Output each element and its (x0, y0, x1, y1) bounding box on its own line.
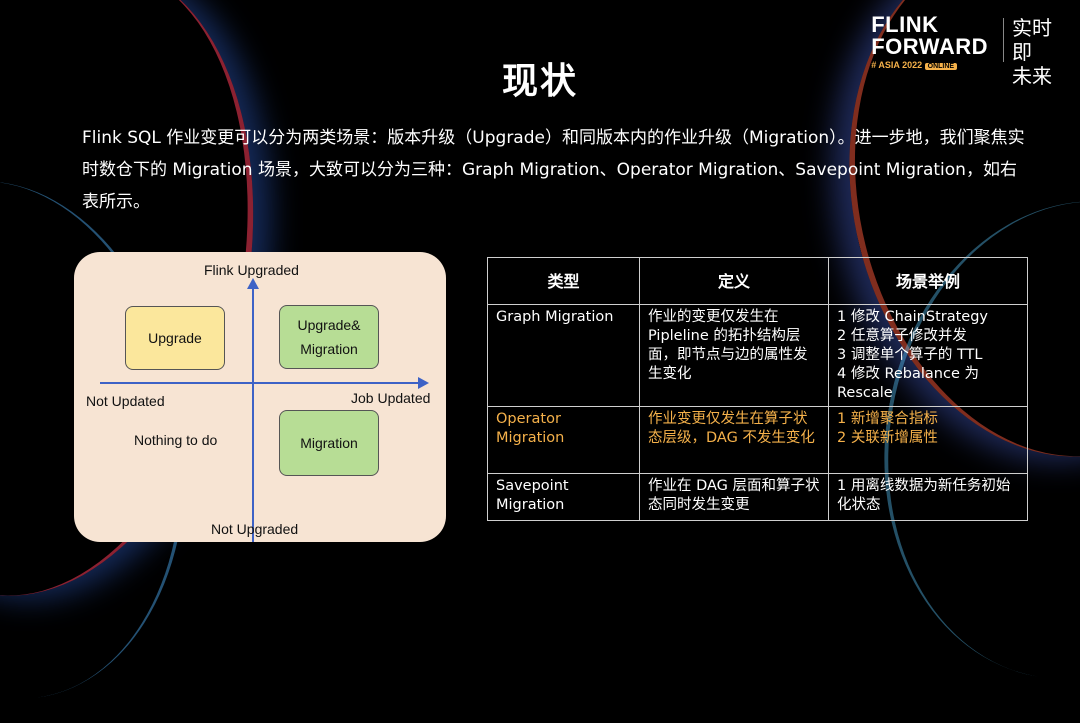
migration-types-table: 类型 定义 场景举例 Graph Migration 作业的变更仅发生在 Pip… (487, 257, 1028, 521)
quadrant-box-upgrade-migration: Upgrade& Migration (279, 305, 379, 369)
example-item: 3 调整单个算子的 TTL (837, 347, 983, 363)
header-definition: 定义 (639, 257, 829, 305)
example-item: 1 修改 ChainStrategy (837, 309, 988, 325)
example-item: 1 新增聚合指标 (837, 411, 938, 427)
logo-line-flink: FLINK (871, 12, 939, 37)
slide-title: 现状 (501, 61, 578, 102)
table-row-highlighted: Operator Migration 作业变更仅发生在算子状态层级，DAG 不发… (487, 406, 1028, 474)
intro-paragraph: Flink SQL 作业变更可以分为两类场景：版本升级（Upgrade）和同版本… (82, 128, 1025, 212)
row-definition: 作业在 DAG 层面和算子状态同时发生变更 (639, 473, 829, 521)
quadrant-left-label: Not Updated (86, 393, 165, 409)
quadrant-diagram: Flink Upgraded Upgrade Upgrade& Migratio… (74, 252, 446, 542)
quadrant-bottom-label: Not Upgraded (211, 521, 299, 537)
row-examples: 1 修改 ChainStrategy 2 任意算子修改并发 3 调整单个算子的 … (828, 304, 1028, 407)
table-row: Graph Migration 作业的变更仅发生在 Pipleline 的拓扑结… (487, 304, 1028, 407)
row-definition: 作业变更仅发生在算子状态层级，DAG 不发生变化 (639, 406, 829, 474)
example-item: 2 关联新增属性 (837, 430, 938, 446)
header-examples: 场景举例 (828, 257, 1028, 305)
quadrant-nothing-label: Nothing to do (134, 432, 218, 448)
quadrant-top-label: Flink Upgraded (204, 262, 299, 278)
example-item: 4 修改 Rebalance 为 Rescale (837, 366, 979, 401)
row-examples: 1 用离线数据为新任务初始化状态 (828, 473, 1028, 521)
example-item: 1 用离线数据为新任务初始化状态 (837, 478, 1011, 513)
row-definition: 作业的变更仅发生在 Pipleline 的拓扑结构层面，即节点与边的属性发生变化 (639, 304, 829, 407)
horizontal-axis (100, 382, 420, 384)
row-type: Savepoint Migration (487, 473, 640, 521)
vertical-axis (252, 288, 254, 542)
box-migration-label: Migration (300, 435, 358, 451)
box-upgrade-label: Upgrade (148, 330, 202, 346)
quadrant-box-upgrade: Upgrade (125, 306, 225, 370)
quadrant-box-migration: Migration (279, 410, 379, 476)
row-type: Graph Migration (487, 304, 640, 407)
table-row: Savepoint Migration 作业在 DAG 层面和算子状态同时发生变… (487, 473, 1028, 521)
row-type: Operator Migration (487, 406, 640, 474)
example-item: 2 任意算子修改并发 (837, 328, 967, 344)
horizontal-axis-arrow (418, 377, 429, 389)
header-type: 类型 (487, 257, 640, 305)
quadrant-right-label: Job Updated (351, 390, 431, 406)
box-upgrade-migration-line-1: Upgrade& (297, 317, 361, 333)
row-examples: 1 新增聚合指标 2 关联新增属性 (828, 406, 1028, 474)
box-upgrade-migration-line-2: Migration (300, 341, 358, 357)
table-header-row: 类型 定义 场景举例 (487, 257, 1028, 305)
